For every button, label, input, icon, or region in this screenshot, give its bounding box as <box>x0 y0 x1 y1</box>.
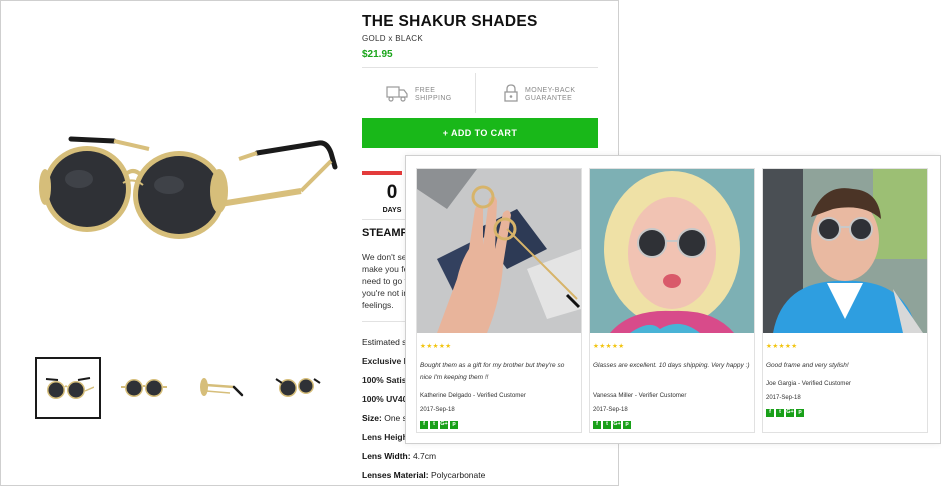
thumbnail-straight[interactable] <box>111 357 177 419</box>
description-heading: STEAMP <box>362 227 408 239</box>
review-card: ★★★★★ Good frame and very stylish! Joe G… <box>762 168 928 433</box>
spec-estimated: Estimated s <box>362 337 407 347</box>
review-date: 2017-Sep-18 <box>420 407 455 413</box>
description-text: We don't se make you fe need to go t you… <box>362 252 408 310</box>
rating-stars: ★★★★★ <box>593 343 625 350</box>
twitter-icon[interactable]: t <box>776 409 784 417</box>
review-text: Bought them as a gift for my brother but… <box>420 362 565 381</box>
spec-lens-height: Lens Heigh <box>362 432 408 442</box>
review-card: ★★★★★ Bought them as a gift for my broth… <box>416 168 582 433</box>
add-to-cart-button[interactable]: + ADD TO CART <box>362 118 598 148</box>
padlock-icon <box>504 83 518 107</box>
reviewer-name: Joe Gargia - Verified Customer <box>766 380 851 387</box>
review-text: Good frame and very stylish! <box>766 362 849 369</box>
spec-uv: 100% UV40 <box>362 394 408 404</box>
badge-divider <box>475 73 476 113</box>
money-back-text: MONEY-BACK GUARANTEE <box>525 87 576 102</box>
pinterest-icon[interactable]: p <box>623 421 631 429</box>
review-photo-man <box>763 169 927 333</box>
spec-satisfaction: 100% Satisf <box>362 375 408 385</box>
reviewer-name: Katherine Delgado - Verified Customer <box>420 392 526 399</box>
spec-size: Size: One si <box>362 413 409 423</box>
countdown-accent-bar <box>362 171 402 175</box>
product-main-image <box>19 109 339 299</box>
pinterest-icon[interactable]: p <box>450 421 458 429</box>
product-variant: GOLD x BLACK <box>362 34 423 43</box>
spec-lens-width: Lens Width: 4.7cm <box>362 451 437 461</box>
share-icons: f t G+ p <box>420 421 458 429</box>
divider <box>362 67 598 68</box>
facebook-icon[interactable]: f <box>420 421 428 429</box>
google-plus-icon[interactable]: G+ <box>786 409 794 417</box>
thumbnail-side[interactable] <box>187 357 253 419</box>
review-photo-hand <box>417 169 581 333</box>
product-title: THE SHAKUR SHADES <box>362 13 538 30</box>
reviewer-name: Vanessa Miller - Verifier Customer <box>593 392 687 399</box>
free-shipping-badge: FREE SHIPPING <box>386 75 452 115</box>
product-price: $21.95 <box>362 49 393 60</box>
google-plus-icon[interactable]: G+ <box>440 421 448 429</box>
rating-stars: ★★★★★ <box>766 343 798 350</box>
free-shipping-text: FREE SHIPPING <box>415 87 452 102</box>
spec-exclusive: Exclusive P <box>362 356 408 366</box>
facebook-icon[interactable]: f <box>593 421 601 429</box>
facebook-icon[interactable]: f <box>766 409 774 417</box>
google-plus-icon[interactable]: G+ <box>613 421 621 429</box>
share-icons: f t G+ p <box>593 421 631 429</box>
product-thumbnails <box>35 357 335 419</box>
divider <box>362 321 410 322</box>
spec-material: Lenses Material: Polycarbonate <box>362 470 486 480</box>
rating-stars: ★★★★★ <box>420 343 452 350</box>
truck-icon <box>386 84 408 107</box>
twitter-icon[interactable]: t <box>603 421 611 429</box>
customer-reviews-panel: ★★★★★ Bought them as a gift for my broth… <box>405 155 941 444</box>
share-icons: f t G+ p <box>766 409 804 417</box>
twitter-icon[interactable]: t <box>430 421 438 429</box>
money-back-badge: MONEY-BACK GUARANTEE <box>504 75 575 115</box>
review-card: ★★★★★ Glasses are excellent. 10 days shi… <box>589 168 755 433</box>
thumbnail-front[interactable] <box>35 357 101 419</box>
review-text: Glasses are excellent. 10 days shipping.… <box>593 362 750 369</box>
pinterest-icon[interactable]: p <box>796 409 804 417</box>
review-photo-woman <box>590 169 754 333</box>
thumbnail-angle[interactable] <box>263 357 329 419</box>
review-date: 2017-Sep-18 <box>593 407 628 413</box>
review-date: 2017-Sep-18 <box>766 395 801 401</box>
divider <box>362 219 410 220</box>
